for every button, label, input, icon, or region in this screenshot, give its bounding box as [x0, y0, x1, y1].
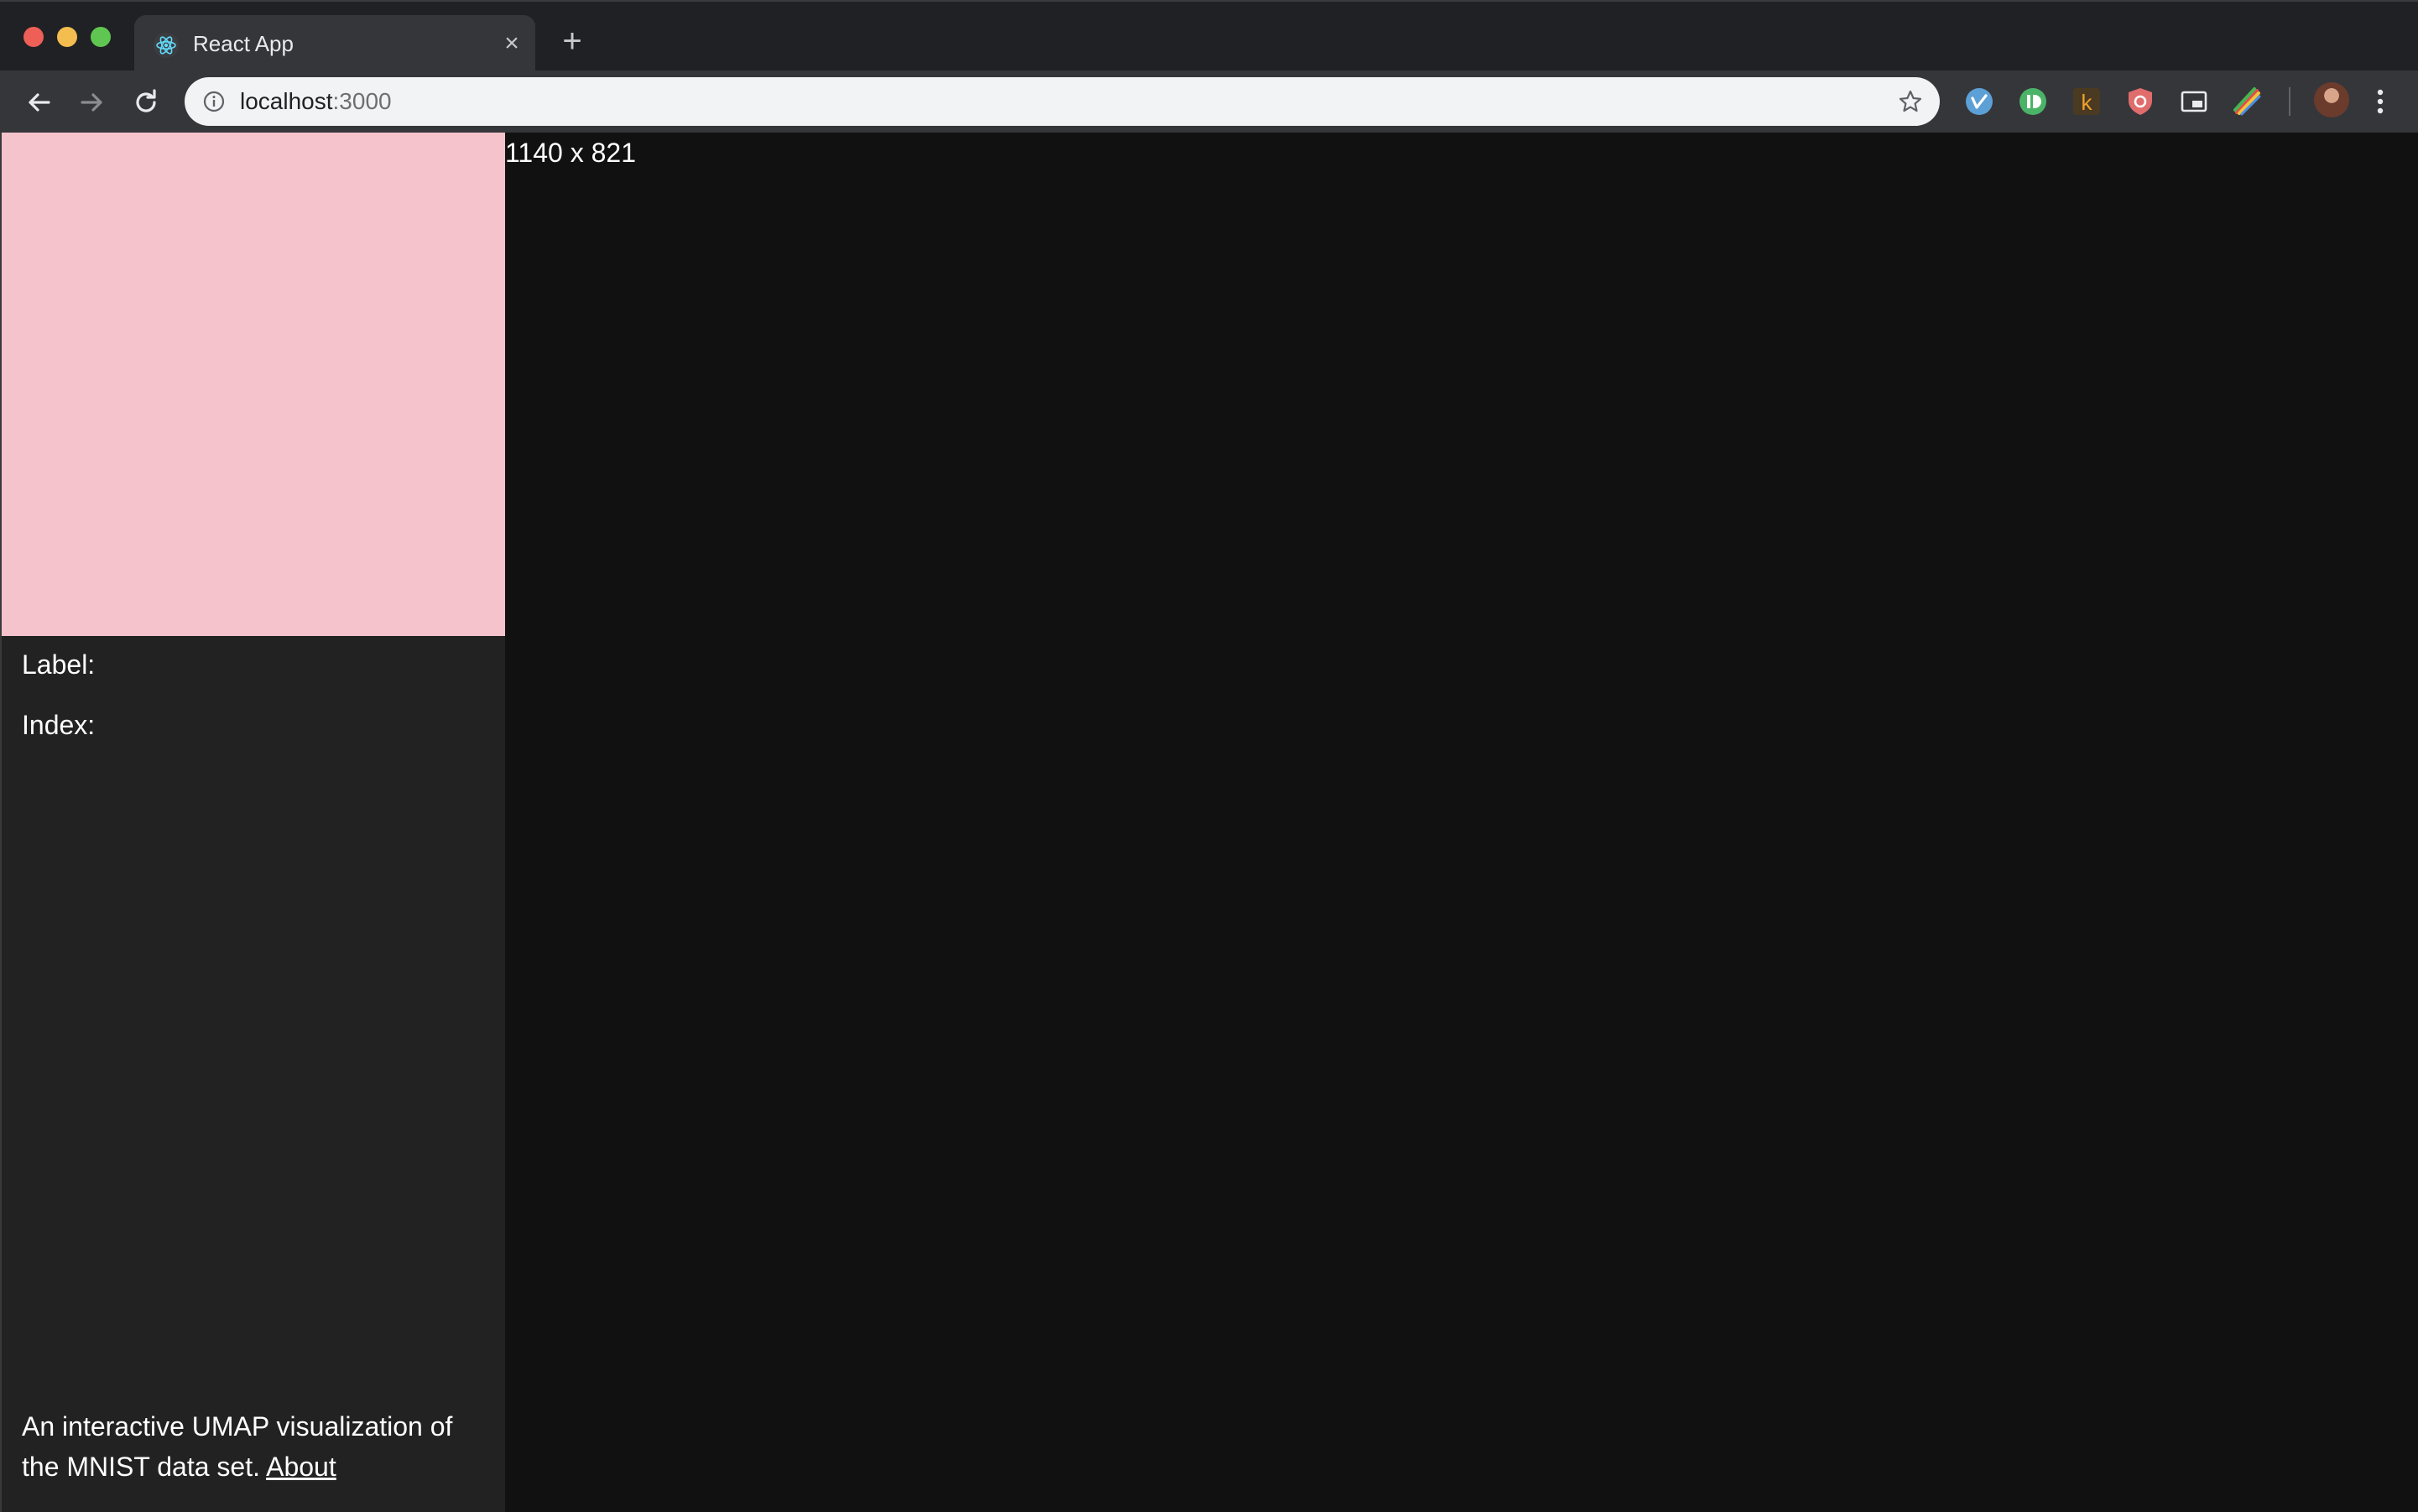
maximize-window-button[interactable]	[91, 27, 111, 47]
svg-text:k: k	[2082, 90, 2093, 115]
url-text: localhost:3000	[240, 87, 392, 116]
pushbullet-icon[interactable]	[2017, 86, 2049, 117]
browser-toolbar: localhost:3000 k	[0, 70, 2418, 133]
index-field: Index:	[22, 710, 96, 740]
kebab-menu-icon[interactable]	[2368, 86, 2393, 117]
picture-in-picture-icon[interactable]	[2178, 86, 2210, 117]
profile-avatar[interactable]	[2314, 82, 2349, 117]
page-viewport: Label: Index: An interactive UMAP visual…	[0, 133, 2418, 1512]
minimize-window-button[interactable]	[57, 27, 77, 47]
vimeo-icon[interactable]	[1963, 86, 1995, 117]
canvas-dimensions: 1140 x 821	[505, 138, 636, 168]
rainbow-brush-icon[interactable]	[2232, 86, 2264, 117]
tab-title: React App	[193, 31, 294, 56]
browser-tab-bar: React App × +	[0, 0, 2418, 72]
address-bar[interactable]: localhost:3000	[185, 77, 1940, 126]
sidebar: Label: Index: An interactive UMAP visual…	[0, 133, 505, 1512]
toolbar-separator	[2289, 87, 2290, 116]
close-tab-icon[interactable]: ×	[498, 30, 525, 57]
description: An interactive UMAP visualization of the…	[22, 1406, 492, 1487]
browser-tab[interactable]: React App ×	[134, 15, 535, 72]
close-window-button[interactable]	[23, 27, 44, 47]
back-arrow-icon[interactable]	[22, 86, 55, 119]
label-field: Label:	[22, 649, 96, 680]
info-icon[interactable]	[203, 91, 225, 112]
forward-arrow-icon[interactable]	[76, 86, 109, 119]
digit-preview	[2, 133, 505, 636]
shield-extension-icon[interactable]	[2124, 86, 2156, 117]
react-logo-icon	[154, 33, 179, 58]
about-link[interactable]: About	[266, 1452, 336, 1482]
reload-icon[interactable]	[129, 86, 163, 119]
url-host: localhost	[240, 88, 333, 114]
url-port: :3000	[332, 88, 392, 114]
bookmark-star-icon[interactable]	[1898, 89, 1923, 114]
k-extension-icon[interactable]: k	[2071, 86, 2103, 117]
description-text: An interactive UMAP visualization of the…	[22, 1411, 453, 1482]
new-tab-button[interactable]: +	[557, 24, 587, 58]
